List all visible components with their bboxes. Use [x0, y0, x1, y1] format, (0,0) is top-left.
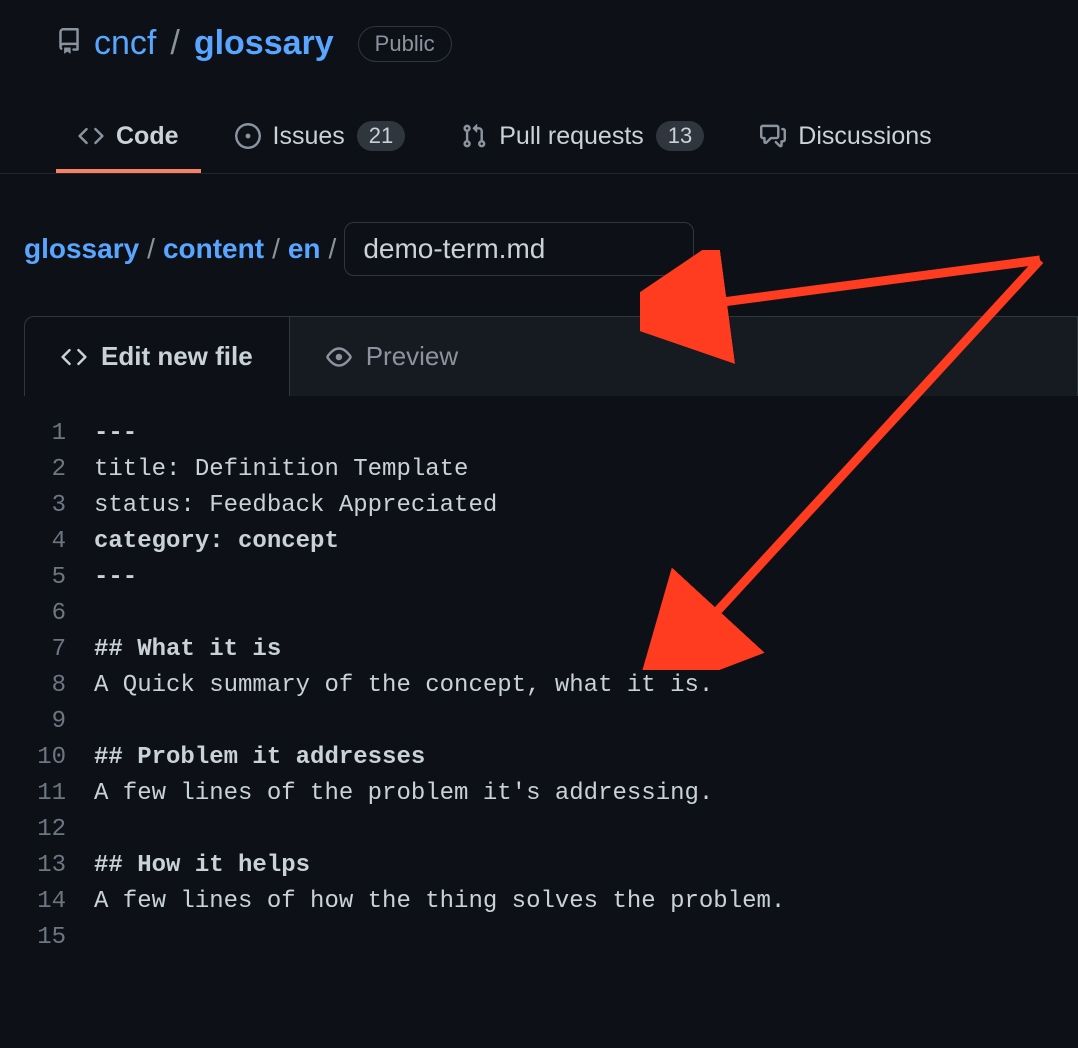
repo-nav: Code Issues 21 Pull requests 13 Discussi… — [0, 63, 1078, 174]
repo-header: cncf / glossary Public — [0, 0, 1078, 63]
filename-input[interactable] — [344, 222, 694, 276]
code-line-text: status: Feedback Appreciated — [94, 488, 497, 524]
preview-tab-label: Preview — [366, 341, 458, 372]
line-number: 5 — [24, 560, 94, 596]
code-line-text: ## Problem it addresses — [94, 740, 425, 776]
line-number: 10 — [24, 740, 94, 776]
preview-tab[interactable]: Preview — [290, 317, 494, 396]
line-number: 14 — [24, 884, 94, 920]
pulls-count: 13 — [656, 121, 704, 151]
tab-code-label: Code — [116, 122, 179, 151]
code-editor[interactable]: 1--- 2title: Definition Template 3status… — [24, 396, 1078, 976]
line-number: 4 — [24, 524, 94, 560]
code-line-text: title: Definition Template — [94, 452, 468, 488]
code-icon — [61, 344, 87, 370]
line-number: 15 — [24, 920, 94, 956]
line-number: 6 — [24, 596, 94, 632]
path-seg-content[interactable]: content — [163, 233, 264, 265]
tab-pulls-label: Pull requests — [499, 122, 644, 151]
tab-issues[interactable]: Issues 21 — [213, 103, 428, 173]
code-line-text: --- — [94, 416, 137, 452]
code-line-text: A few lines of how the thing solves the … — [94, 884, 785, 920]
code-line-text: category: concept — [94, 524, 339, 560]
code-line-text: ## What it is — [94, 632, 281, 668]
tab-discussions-label: Discussions — [798, 122, 931, 151]
path-seg-repo[interactable]: glossary — [24, 233, 139, 265]
line-number: 7 — [24, 632, 94, 668]
breadcrumb: glossary / content / en / — [0, 174, 1078, 276]
line-number: 12 — [24, 812, 94, 848]
repo-name-link[interactable]: glossary — [194, 24, 334, 63]
repo-slash: / — [170, 24, 179, 63]
tab-issues-label: Issues — [273, 122, 345, 151]
repo-owner-link[interactable]: cncf — [94, 24, 156, 63]
code-line-text: A Quick summary of the concept, what it … — [94, 668, 713, 704]
issue-icon — [235, 123, 261, 149]
code-line-text: A few lines of the problem it's addressi… — [94, 776, 713, 812]
code-icon — [78, 123, 104, 149]
visibility-badge: Public — [358, 26, 452, 62]
line-number: 3 — [24, 488, 94, 524]
repo-icon — [56, 28, 82, 59]
pull-request-icon — [461, 123, 487, 149]
tab-discussions[interactable]: Discussions — [738, 104, 953, 173]
edit-file-tab-label: Edit new file — [101, 341, 253, 372]
editor-tabs: Edit new file Preview — [24, 316, 1078, 396]
issues-count: 21 — [357, 121, 405, 151]
line-number: 13 — [24, 848, 94, 884]
line-number: 1 — [24, 416, 94, 452]
eye-icon — [326, 344, 352, 370]
tab-code[interactable]: Code — [56, 104, 201, 173]
line-number: 8 — [24, 668, 94, 704]
line-number: 2 — [24, 452, 94, 488]
edit-file-tab[interactable]: Edit new file — [25, 317, 290, 396]
discussions-icon — [760, 123, 786, 149]
line-number: 11 — [24, 776, 94, 812]
code-line-text: ## How it helps — [94, 848, 310, 884]
tab-pulls[interactable]: Pull requests 13 — [439, 103, 726, 173]
path-seg-en[interactable]: en — [288, 233, 321, 265]
code-line-text: --- — [94, 560, 137, 596]
line-number: 9 — [24, 704, 94, 740]
